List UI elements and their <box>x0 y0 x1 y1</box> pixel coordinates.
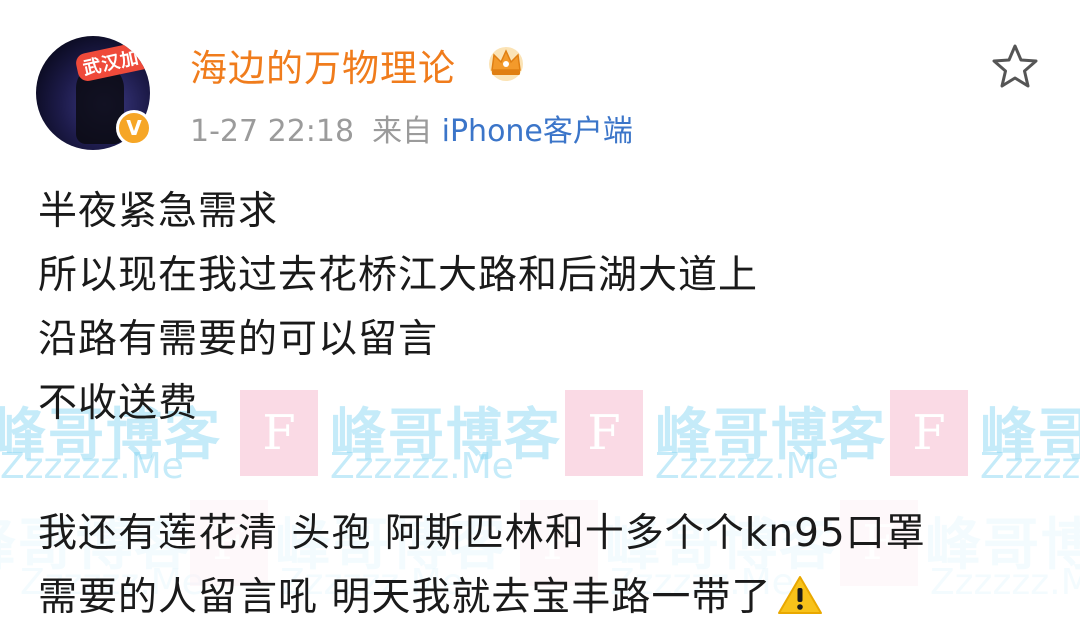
watermark-url: Zzzzzz.Me <box>930 562 1080 603</box>
post-time: 1-27 22:18 <box>190 114 355 149</box>
watermark-logo: F <box>240 390 318 476</box>
avatar-badge-text: 武汉加油！ <box>74 36 150 83</box>
source-link[interactable]: iPhone客户端 <box>442 114 633 149</box>
watermark-url: Zzzzzz.Me <box>0 446 184 487</box>
post-text-line: 沿路有需要的可以留言 <box>38 317 439 362</box>
username[interactable]: 海边的万物理论 <box>190 38 456 92</box>
post-text-line: 所以现在我过去花桥江大路和后湖大道上 <box>38 253 759 298</box>
watermark-url: Zzzzzz.Me <box>655 446 839 487</box>
verified-badge-icon: V <box>116 110 152 146</box>
watermark-url: Zzzzzz.Me <box>980 446 1080 487</box>
star-outline-icon[interactable] <box>990 42 1040 90</box>
watermark-text: 峰哥博客 <box>980 403 1080 468</box>
post-text-line-with-warning: 需要的人留言吼 明天我就去宝丰路一带了 <box>38 566 823 622</box>
post-meta: 1-27 22:18 来自 iPhone客户端 <box>190 106 633 150</box>
watermark-url: Zzzzzz.Me <box>330 446 514 487</box>
post-text-line: 不收送费 <box>38 381 199 426</box>
post-text-line: 半夜紧急需求 <box>38 189 279 234</box>
watermark-text: 峰哥博客 <box>925 513 1080 578</box>
warning-icon <box>778 576 823 614</box>
watermark-logo: F <box>565 390 643 476</box>
source-prefix: 来自 <box>372 114 433 149</box>
post-text: 需要的人留言吼 明天我就去宝丰路一带了 <box>38 575 772 620</box>
crown-icon[interactable] <box>483 42 529 82</box>
post-text-line: 我还有莲花清 头孢 阿斯匹林和十多个个kn95口罩 <box>38 511 926 556</box>
watermark-logo: F <box>890 390 968 476</box>
watermark-text: 峰哥博客 <box>655 403 887 468</box>
watermark-text: 峰哥博客 <box>330 403 562 468</box>
weibo-post: 武汉加油！ V 海边的万物理论 1-27 22:18 来自 iPhone客户端 峰… <box>0 0 1080 635</box>
